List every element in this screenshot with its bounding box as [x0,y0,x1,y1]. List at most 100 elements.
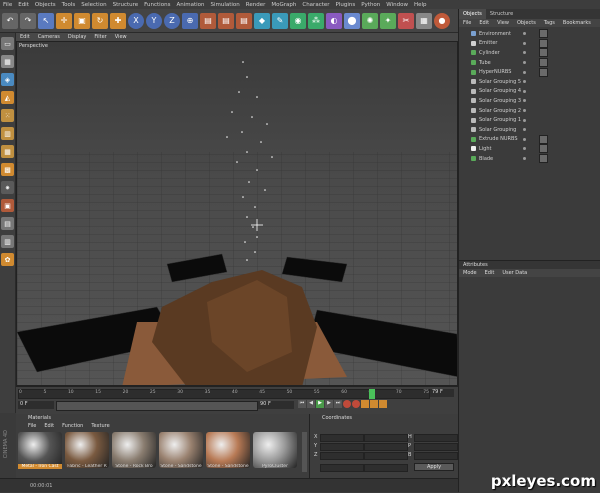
object-name[interactable]: Solar Grouping [479,127,516,133]
cube-icon[interactable]: ◆ [254,12,270,29]
solo-icon[interactable]: ✿ [1,253,14,266]
object-name[interactable]: Solar Grouping 3 [479,98,521,104]
timeline[interactable]: 051015202530354045505560657075 79 F 0 F … [16,386,458,414]
object-row[interactable]: Solar Grouping 3 [459,96,600,106]
object-row[interactable]: Tube [459,58,600,68]
snap-icon[interactable]: ▣ [1,199,14,212]
material-label[interactable]: Stone - Sandstone [159,464,203,469]
visibility-dot[interactable] [523,41,526,45]
perspective-viewport[interactable]: Perspective [16,41,458,386]
visibility-dot[interactable] [523,157,526,161]
attributes-menu-mode[interactable]: Mode [459,269,481,277]
attributes-menu-edit[interactable]: Edit [481,269,499,277]
coord-mode-select[interactable] [320,464,364,472]
object-row[interactable]: Solar Grouping 2 [459,106,600,116]
objects-menu-tags[interactable]: Tags [540,19,559,27]
menu-simulation[interactable]: Simulation [207,2,242,8]
rotate-icon[interactable]: ↻ [92,12,108,29]
material-swatch[interactable] [18,432,62,468]
render-settings-icon[interactable]: ▤ [236,12,252,29]
visibility-dot[interactable] [523,70,526,74]
object-name[interactable]: Solar Grouping 4 [479,88,521,94]
scale-icon[interactable]: ▣ [74,12,90,29]
camera-icon[interactable]: ✺ [362,12,378,29]
tab-structure[interactable]: Structure [486,9,517,19]
polygons-mode-icon[interactable]: ▦ [1,145,14,158]
object-mode-icon[interactable]: ◈ [1,73,14,86]
material-swatch[interactable] [65,432,109,468]
viewport-menu-view[interactable]: View [111,34,131,40]
prev-key-icon[interactable]: ◀ [307,400,315,408]
menu-selection[interactable]: Selection [78,2,109,8]
material-swatch[interactable] [159,432,203,468]
record-icon[interactable] [343,400,351,408]
materials-menu-edit[interactable]: Edit [44,423,54,429]
viewport-menu-cameras[interactable]: Cameras [34,34,64,40]
object-row[interactable]: Solar Grouping 4 [459,87,600,97]
render-active-icon[interactable]: ● [434,12,450,29]
attributes-menu-user-data[interactable]: User Data [498,269,531,277]
object-row[interactable]: Cylinder [459,48,600,58]
material-tag-icon[interactable] [539,144,548,154]
material-label[interactable]: PyroCluster [253,464,297,469]
menu-mograph[interactable]: MoGraph [268,2,299,8]
start-frame-field[interactable]: 0 F [18,401,54,409]
rot-h-field[interactable] [414,434,458,442]
go-start-icon[interactable]: ⏮ [298,400,306,408]
y-axis-icon[interactable]: Y [146,12,162,29]
menu-python[interactable]: Python [358,2,383,8]
objects-menu-bookmarks[interactable]: Bookmarks [559,19,595,27]
coord-size-select[interactable] [364,464,408,472]
undo-icon[interactable]: ↶ [2,12,18,29]
menu-tools[interactable]: Tools [59,2,79,8]
move-icon[interactable]: ✛ [56,12,72,29]
object-name[interactable]: Emitter [479,40,497,46]
menu-edit[interactable]: Edit [15,2,32,8]
object-name[interactable]: Tube [479,60,491,66]
material-tag-icon[interactable] [539,38,548,48]
visibility-dot[interactable] [523,80,526,84]
object-name[interactable]: Cylinder [479,50,500,56]
object-name[interactable]: Environment [479,31,511,37]
visibility-dot[interactable] [523,61,526,65]
keyframe-icon[interactable] [361,400,369,408]
material-label[interactable]: Stone - Sandstone [206,464,250,469]
make-editable-icon[interactable]: ▭ [1,37,14,50]
object-row[interactable]: Environment [459,29,600,39]
python-icon[interactable]: ✂ [398,12,414,29]
tweak-mode-icon[interactable]: ⁕ [1,181,14,194]
visibility-dot[interactable] [523,51,526,55]
menu-animation[interactable]: Animation [173,2,207,8]
scale-key-icon[interactable] [379,400,387,408]
object-row[interactable]: Solar Grouping 1 [459,115,600,125]
axis-mode-icon[interactable]: ▩ [1,163,14,176]
menu-objects[interactable]: Objects [32,2,59,8]
menu-window[interactable]: Window [383,2,411,8]
lock-icon[interactable]: ▥ [1,235,14,248]
materials-menu-texture[interactable]: Texture [91,423,109,429]
deformer-icon[interactable]: ◐ [326,12,342,29]
material-tag-icon[interactable] [539,48,548,58]
pos-y-field[interactable] [320,443,364,451]
menu-file[interactable]: File [0,2,15,8]
pos-x-field[interactable] [320,434,364,442]
visibility-dot[interactable] [523,147,526,151]
menu-structure[interactable]: Structure [110,2,142,8]
z-axis-icon[interactable]: Z [164,12,180,29]
menu-functions[interactable]: Functions [141,2,173,8]
menu-help[interactable]: Help [411,2,430,8]
apply-button[interactable]: Apply [414,463,454,471]
visibility-dot[interactable] [523,118,526,122]
visibility-dot[interactable] [523,128,526,132]
play-icon[interactable]: ▶ [316,400,324,408]
visibility-dot[interactable] [523,89,526,93]
material-swatch[interactable] [206,432,250,468]
object-row[interactable]: Light [459,144,600,154]
menu-plugins[interactable]: Plugins [333,2,359,8]
end-frame-field[interactable]: 79 F [430,389,454,397]
rot-p-field[interactable] [414,443,458,451]
object-name[interactable]: Solar Grouping 2 [479,108,521,114]
materials-menu-function[interactable]: Function [62,423,83,429]
object-name[interactable]: Solar Grouping 1 [479,117,521,123]
objects-menu-objects[interactable]: Objects [513,19,540,27]
